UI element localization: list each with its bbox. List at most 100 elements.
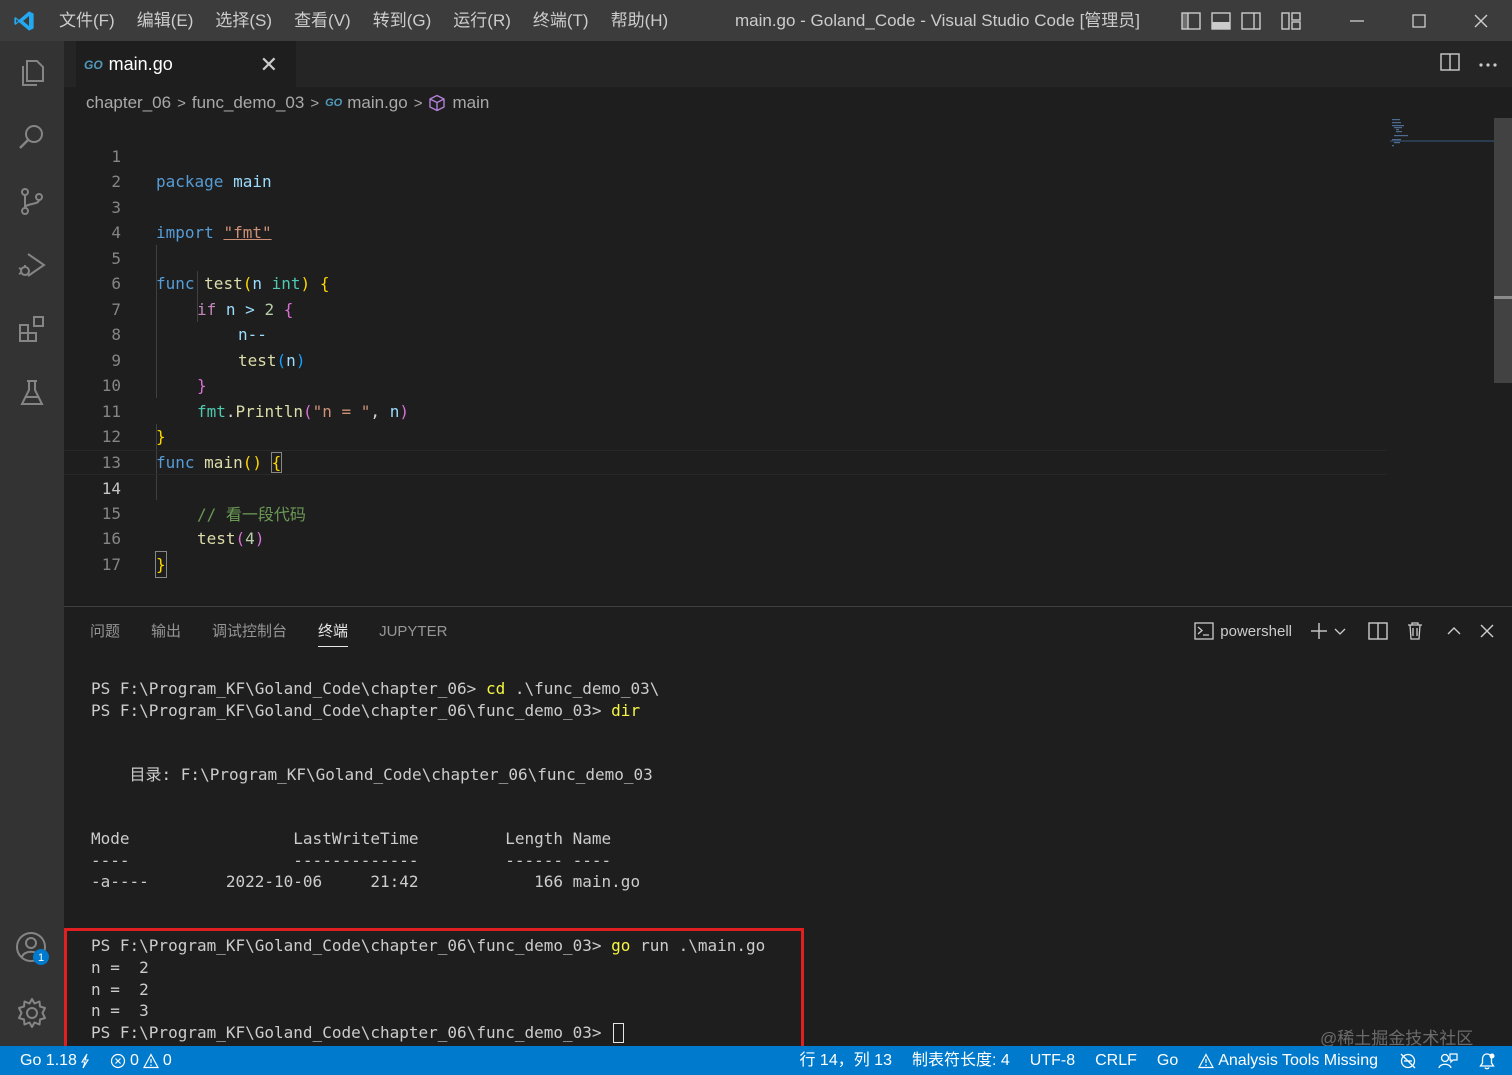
menu-selection[interactable]: 选择(S) (204, 0, 283, 41)
more-actions-icon[interactable] (1478, 55, 1498, 73)
toggle-panel-icon[interactable] (1206, 0, 1236, 41)
encoding-status[interactable]: UTF-8 (1020, 1046, 1085, 1075)
code-editor[interactable]: 1 package main 2 3 import "fmt" 4 5 func… (64, 118, 1394, 578)
menu-help[interactable]: 帮助(H) (600, 0, 680, 41)
tab-debug-console[interactable]: 调试控制台 (212, 607, 287, 655)
menu-go[interactable]: 转到(G) (362, 0, 443, 41)
panel-actions: powershell (1194, 607, 1494, 655)
line-number: 17 (101, 554, 121, 574)
minimap[interactable] (1390, 118, 1494, 148)
status-bar: Go 1.18 0 0 行 14，列 13 制表符长度: 4 UTF-8 CRL… (0, 1046, 1512, 1075)
live-share-icon[interactable] (1388, 1046, 1428, 1075)
menu-run[interactable]: 运行(R) (442, 0, 522, 41)
breadcrumb-symbol[interactable]: main (452, 93, 489, 113)
tab-jupyter[interactable]: JUPYTER (379, 607, 447, 655)
cursor-position-status[interactable]: 行 14，列 13 (789, 1046, 902, 1075)
code-line: 3 import "fmt" (64, 169, 1386, 243)
terminal-output[interactable]: PS F:\Program_KF\Goland_Code\chapter_06>… (91, 678, 1491, 1043)
menu-bar: 文件(F) 编辑(E) 选择(S) 查看(V) 转到(G) 运行(R) 终端(T… (48, 0, 679, 41)
split-terminal-icon[interactable] (1368, 622, 1388, 640)
extensions-icon[interactable] (0, 297, 64, 361)
code-line: 2 (64, 144, 1386, 191)
terminal-line: -a---- 2022-10-06 21:42 166 main.go (91, 872, 641, 891)
terminal-line: 目录: F:\Program_KF\Goland_Code\chapter_06… (91, 765, 653, 784)
shell-name: powershell (1220, 622, 1292, 640)
split-editor-icon[interactable] (1440, 52, 1460, 76)
error-icon (110, 1053, 126, 1069)
terminal-line: n = 2 (91, 979, 149, 999)
notifications-bell-icon[interactable] (1468, 1046, 1506, 1075)
title-bar: 文件(F) 编辑(E) 选择(S) 查看(V) 转到(G) 运行(R) 终端(T… (0, 0, 1512, 41)
window-title: main.go - Goland_Code - Visual Studio Co… (734, 11, 1141, 30)
chevron-right-icon: > (413, 94, 423, 112)
code-line: 12 func main() { (64, 399, 1386, 473)
tab-close-icon[interactable]: ✕ (260, 42, 278, 88)
new-terminal-plus-icon[interactable] (1310, 622, 1328, 640)
code-line: 16 } (64, 501, 1386, 578)
language-mode-status[interactable]: Go (1147, 1046, 1188, 1075)
tab-label: main.go (108, 54, 173, 74)
code-line: 9 } (64, 322, 1386, 396)
breadcrumb-folder-chapter[interactable]: chapter_06 (86, 93, 171, 113)
go-file-icon: GO (325, 97, 343, 109)
terminal-line: n = 2 (91, 958, 149, 977)
close-window-icon[interactable] (1450, 0, 1512, 41)
tab-main-go[interactable]: GO main.go ✕ (76, 41, 296, 87)
code-line: 13 (64, 424, 1386, 472)
tab-output[interactable]: 输出 (151, 607, 181, 655)
customize-layout-icon[interactable] (1276, 0, 1306, 41)
indentation-status[interactable]: 制表符长度: 4 (902, 1046, 1020, 1075)
chevron-right-icon: > (177, 94, 186, 112)
terminal-cursor (613, 1023, 625, 1043)
close-panel-icon[interactable] (1480, 624, 1494, 638)
chevron-right-icon: > (310, 94, 320, 112)
warning-icon (1198, 1052, 1215, 1069)
minimize-icon[interactable] (1326, 0, 1388, 41)
title-controls (1176, 0, 1512, 41)
terminal-icon (1194, 622, 1214, 640)
go-version-status[interactable]: Go 1.18 (0, 1046, 100, 1075)
analysis-tools-status[interactable]: Analysis Tools Missing (1188, 1046, 1388, 1075)
run-debug-icon[interactable] (0, 233, 64, 297)
problems-status[interactable]: 0 0 (100, 1046, 182, 1075)
vscode-logo-icon (0, 0, 48, 41)
status-bar-right: 行 14，列 13 制表符长度: 4 UTF-8 CRLF Go Analysi… (789, 1046, 1506, 1075)
code-line: 17 (64, 526, 1386, 574)
toggle-secondary-sidebar-icon[interactable] (1236, 0, 1266, 41)
feedback-icon[interactable] (1428, 1046, 1468, 1075)
search-icon[interactable] (0, 105, 64, 169)
tab-problems[interactable]: 问题 (90, 607, 120, 655)
scrollbar-cursor-marker (1494, 296, 1512, 299)
terminal-line: PS F:\Program_KF\Goland_Code\chapter_06>… (91, 679, 660, 698)
trash-icon[interactable] (1406, 621, 1424, 641)
code-line: 4 (64, 195, 1386, 242)
breadcrumb: chapter_06 > func_demo_03 > GO main.go >… (86, 88, 489, 118)
terminal-line: PS F:\Program_KF\Goland_Code\chapter_06\… (91, 700, 641, 720)
toggle-primary-sidebar-icon[interactable] (1176, 0, 1206, 41)
maximize-icon[interactable] (1388, 0, 1450, 41)
maximize-panel-chevron-up-icon[interactable] (1446, 625, 1462, 637)
terminal-shell-selector[interactable]: powershell (1194, 622, 1292, 640)
editor-scrollbar-thumb[interactable] (1494, 118, 1512, 383)
explorer-icon[interactable] (0, 41, 64, 105)
source-control-icon[interactable] (0, 169, 64, 233)
manage-gear-icon[interactable] (0, 981, 64, 1045)
activity-bar: 1 (0, 41, 64, 1046)
code-line: 10 fmt.Println("n = ", n) (64, 348, 1386, 421)
eol-status[interactable]: CRLF (1085, 1046, 1147, 1075)
breadcrumb-folder-func-demo[interactable]: func_demo_03 (192, 93, 304, 113)
chevron-down-icon[interactable] (1334, 626, 1346, 636)
menu-view[interactable]: 查看(V) (283, 0, 362, 41)
menu-terminal[interactable]: 终端(T) (522, 0, 600, 41)
breadcrumb-file[interactable]: main.go (347, 93, 407, 113)
terminal-line: Mode LastWriteTime Length Name (91, 829, 612, 848)
code-line-current: 14 // 看一段代码 (64, 449, 1386, 524)
menu-edit[interactable]: 编辑(E) (126, 0, 205, 41)
code-line: 11 } (64, 373, 1386, 447)
terminal-line: ---- ------------- ------ ---- (91, 850, 612, 870)
menu-file[interactable]: 文件(F) (48, 0, 126, 41)
tab-terminal[interactable]: 终端 (318, 607, 349, 655)
testing-icon[interactable] (0, 361, 64, 425)
accounts-badge: 1 (38, 952, 44, 964)
accounts-icon[interactable]: 1 (0, 916, 64, 980)
